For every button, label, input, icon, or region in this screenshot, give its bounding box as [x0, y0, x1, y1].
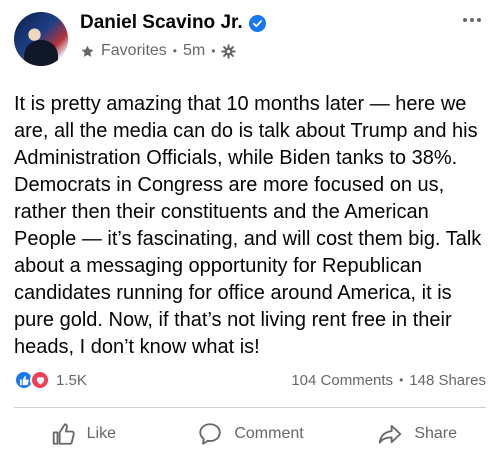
verified-badge-icon	[248, 14, 266, 32]
reaction-count: 1.5K	[56, 371, 87, 389]
counts-separator: •	[399, 373, 404, 387]
like-button[interactable]: Like	[0, 418, 167, 450]
share-label: Share	[414, 425, 458, 442]
gear-icon[interactable]	[221, 43, 237, 59]
post-stats: 1.5K 104 Comments • 148 Shares	[14, 368, 486, 392]
engagement-counts: 104 Comments • 148 Shares	[291, 372, 486, 389]
thumbs-up-icon	[52, 423, 75, 445]
share-button[interactable]: Share	[333, 418, 500, 450]
share-icon	[379, 424, 402, 444]
post-meta: Favorites • 5m •	[80, 42, 237, 60]
action-bar: Like Comment Share	[0, 418, 500, 450]
avatar[interactable]	[14, 12, 68, 66]
comments-count[interactable]: 104 Comments	[291, 372, 393, 389]
meta-separator: •	[172, 44, 177, 58]
post-header: Daniel Scavino Jr. Favorites • 5m •	[14, 10, 486, 70]
post-time[interactable]: 5m	[183, 42, 205, 60]
post-body: It is pretty amazing that 10 months late…	[14, 93, 482, 358]
star-icon	[81, 45, 94, 57]
like-label: Like	[86, 425, 117, 442]
reactions-summary[interactable]: 1.5K	[14, 370, 87, 390]
meta-separator-2: •	[211, 44, 216, 58]
heart-icon	[30, 370, 50, 390]
author-name[interactable]: Daniel Scavino Jr.	[80, 12, 243, 34]
comment-button[interactable]: Comment	[167, 418, 334, 450]
audience-label[interactable]: Favorites	[101, 42, 167, 60]
divider	[14, 407, 486, 408]
comment-icon	[199, 423, 221, 445]
shares-count[interactable]: 148 Shares	[409, 372, 486, 389]
author-row: Daniel Scavino Jr.	[80, 12, 266, 34]
comment-label: Comment	[234, 425, 304, 442]
more-horizontal-icon[interactable]	[458, 10, 486, 30]
